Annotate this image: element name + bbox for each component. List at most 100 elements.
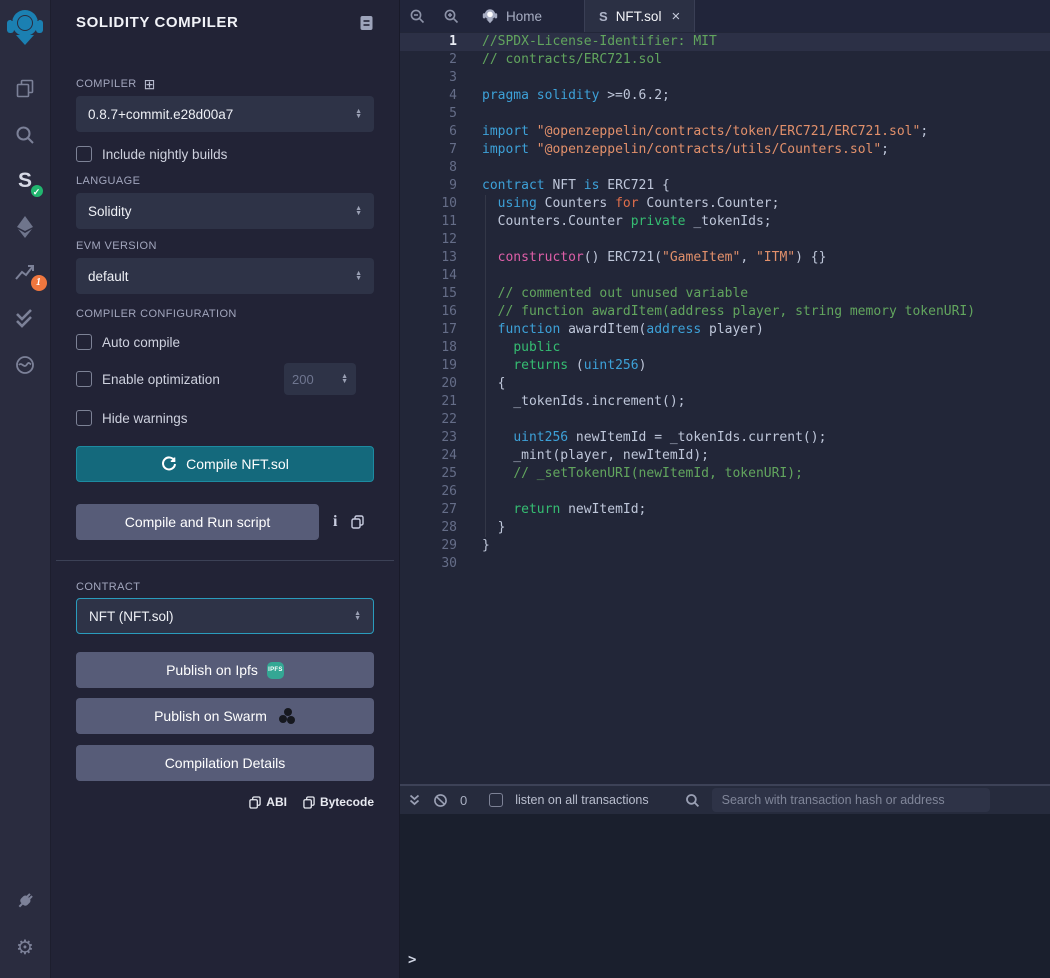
- include-nightly-checkbox-row[interactable]: Include nightly builds: [76, 146, 374, 162]
- code-line[interactable]: 26: [400, 483, 1050, 501]
- file-explorer-icon[interactable]: [0, 66, 51, 112]
- language-label: LANGUAGE: [76, 175, 374, 187]
- compile-and-run-button[interactable]: Compile and Run script: [76, 504, 319, 540]
- listen-transactions-label: listen on all transactions: [515, 793, 648, 807]
- code-line[interactable]: 12: [400, 231, 1050, 249]
- code-text: [457, 69, 482, 87]
- static-analysis-icon[interactable]: 1: [0, 250, 51, 296]
- code-line[interactable]: 10 using Counters for Counters.Counter;: [400, 195, 1050, 213]
- code-line[interactable]: 16 // function awardItem(address player,…: [400, 303, 1050, 321]
- line-number: 21: [400, 393, 457, 411]
- info-icon[interactable]: i: [333, 513, 337, 531]
- auto-compile-checkbox[interactable]: [76, 334, 92, 350]
- stepper-updown-icon[interactable]: ▲▼: [341, 374, 348, 384]
- hide-warnings-checkbox[interactable]: [76, 410, 92, 426]
- evm-version-label: EVM VERSION: [76, 240, 374, 252]
- deploy-run-icon[interactable]: [0, 204, 51, 250]
- code-line[interactable]: 9contract NFT is ERC721 {: [400, 177, 1050, 195]
- code-line[interactable]: 20 {: [400, 375, 1050, 393]
- code-line[interactable]: 22: [400, 411, 1050, 429]
- code-line[interactable]: 6import "@openzeppelin/contracts/token/E…: [400, 123, 1050, 141]
- copy-bytecode-button[interactable]: Bytecode: [303, 795, 374, 809]
- code-line[interactable]: 15 // commented out unused variable: [400, 285, 1050, 303]
- code-line[interactable]: 11 Counters.Counter private _tokenIds;: [400, 213, 1050, 231]
- code-line[interactable]: 1//SPDX-License-Identifier: MIT: [400, 33, 1050, 51]
- search-icon[interactable]: [0, 112, 51, 158]
- copy-icon[interactable]: [351, 515, 364, 529]
- auto-compile-row[interactable]: Auto compile: [76, 334, 374, 350]
- optimization-runs-input[interactable]: 200 ▲▼: [284, 363, 356, 395]
- transaction-search-input[interactable]: [712, 788, 990, 812]
- tab-nft-sol[interactable]: S NFT.sol ×: [584, 0, 695, 32]
- code-line[interactable]: 18 public: [400, 339, 1050, 357]
- compile-button[interactable]: Compile NFT.sol: [76, 446, 374, 482]
- code-line[interactable]: 14: [400, 267, 1050, 285]
- contract-select[interactable]: NFT (NFT.sol) ▲▼: [76, 598, 374, 634]
- zoom-in-icon[interactable]: [434, 0, 468, 32]
- code-text: // function awardItem(address player, st…: [457, 303, 975, 321]
- listen-transactions-checkbox[interactable]: [489, 793, 503, 807]
- chevron-updown-icon: ▲▼: [355, 206, 362, 216]
- code-text: import "@openzeppelin/contracts/utils/Co…: [457, 141, 889, 159]
- compiler-configuration-label: COMPILER CONFIGURATION: [76, 308, 374, 320]
- docs-icon[interactable]: [359, 15, 374, 36]
- code-line[interactable]: 29}: [400, 537, 1050, 555]
- code-text: // commented out unused variable: [457, 285, 748, 303]
- code-line[interactable]: 5: [400, 105, 1050, 123]
- line-number: 14: [400, 267, 457, 285]
- code-line[interactable]: 4pragma solidity >=0.6.2;: [400, 87, 1050, 105]
- code-text: }: [457, 519, 505, 537]
- clear-console-icon[interactable]: [433, 793, 448, 808]
- remix-logo-icon[interactable]: [6, 7, 44, 52]
- line-number: 20: [400, 375, 457, 393]
- code-text: // _setTokenURI(newItemId, tokenURI);: [457, 465, 803, 483]
- code-line[interactable]: 27 return newItemId;: [400, 501, 1050, 519]
- code-line[interactable]: 3: [400, 69, 1050, 87]
- publish-swarm-button[interactable]: Publish on Swarm: [76, 698, 374, 734]
- code-editor[interactable]: 1//SPDX-License-Identifier: MIT2// contr…: [400, 32, 1050, 784]
- analysis-count-badge: 1: [31, 275, 47, 291]
- line-number: 6: [400, 123, 457, 141]
- code-line[interactable]: 7import "@openzeppelin/contracts/utils/C…: [400, 141, 1050, 159]
- code-line[interactable]: 25 // _setTokenURI(newItemId, tokenURI);: [400, 465, 1050, 483]
- line-number: 5: [400, 105, 457, 123]
- plugin-manager-icon[interactable]: [0, 878, 51, 924]
- line-number: 15: [400, 285, 457, 303]
- code-line[interactable]: 24 _mint(player, newItemId);: [400, 447, 1050, 465]
- publish-ipfs-button[interactable]: Publish on Ipfs IPFS: [76, 652, 374, 688]
- tab-home[interactable]: Home: [468, 0, 556, 32]
- evm-version-select[interactable]: default ▲▼: [76, 258, 374, 294]
- copy-abi-button[interactable]: ABI: [249, 795, 287, 809]
- hide-warnings-row[interactable]: Hide warnings: [76, 410, 374, 426]
- section-divider: [56, 560, 394, 561]
- terminal-output[interactable]: >: [400, 814, 1050, 978]
- settings-icon[interactable]: ⚙: [0, 924, 51, 970]
- code-line[interactable]: 19 returns (uint256): [400, 357, 1050, 375]
- code-line[interactable]: 23 uint256 newItemId = _tokenIds.current…: [400, 429, 1050, 447]
- solidity-compiler-icon[interactable]: S ✓: [0, 158, 51, 204]
- code-line[interactable]: 17 function awardItem(address player): [400, 321, 1050, 339]
- chevron-updown-icon: ▲▼: [355, 271, 362, 281]
- collapse-terminal-icon[interactable]: [408, 793, 421, 807]
- code-text: [457, 483, 482, 501]
- code-line[interactable]: 2// contracts/ERC721.sol: [400, 51, 1050, 69]
- unit-testing-icon[interactable]: [0, 296, 51, 342]
- code-line[interactable]: 21 _tokenIds.increment();: [400, 393, 1050, 411]
- compilation-details-button[interactable]: Compilation Details: [76, 745, 374, 781]
- language-select[interactable]: Solidity ▲▼: [76, 193, 374, 229]
- sourcify-icon[interactable]: [0, 342, 51, 388]
- code-text: import "@openzeppelin/contracts/token/ER…: [457, 123, 928, 141]
- include-nightly-checkbox[interactable]: [76, 146, 92, 162]
- refresh-icon: [161, 456, 177, 472]
- zoom-out-icon[interactable]: [400, 0, 434, 32]
- add-compiler-icon[interactable]: ⊞: [144, 79, 156, 90]
- code-line[interactable]: 8: [400, 159, 1050, 177]
- code-line[interactable]: 28 }: [400, 519, 1050, 537]
- code-text: [457, 231, 482, 249]
- compiler-version-select[interactable]: 0.8.7+commit.e28d00a7 ▲▼: [76, 96, 374, 132]
- code-line[interactable]: 13 constructor() ERC721("GameItem", "ITM…: [400, 249, 1050, 267]
- enable-optimization-checkbox[interactable]: [76, 371, 92, 387]
- code-line[interactable]: 30: [400, 555, 1050, 573]
- ipfs-icon: IPFS: [267, 662, 284, 679]
- close-tab-icon[interactable]: ×: [671, 8, 680, 25]
